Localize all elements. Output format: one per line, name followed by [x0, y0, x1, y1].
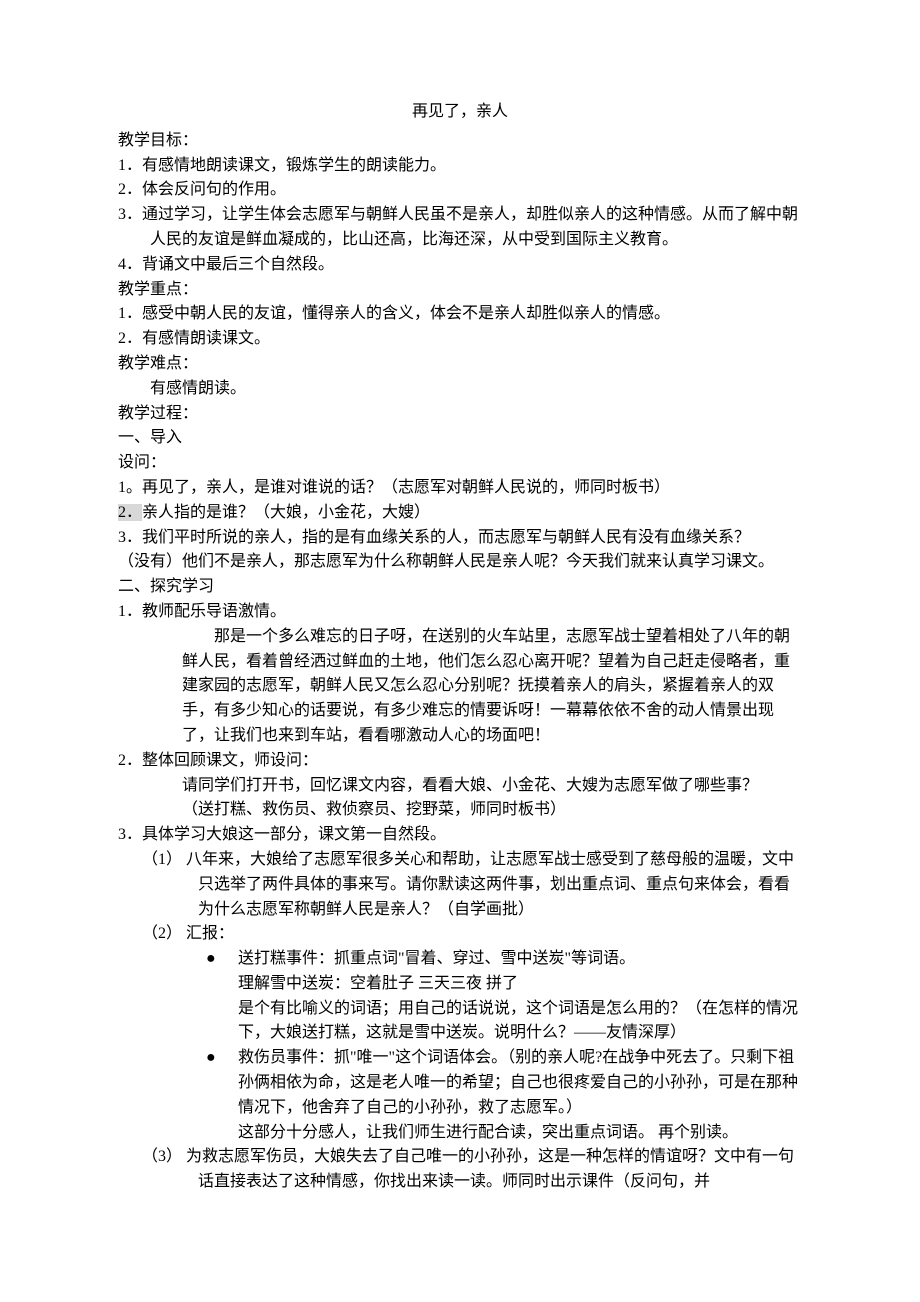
document-page: 再见了，亲人 教学目标： 1．有感情地朗读课文，锻炼学生的朗读能力。 2．体会反… [0, 0, 920, 1302]
section-1-sub: 设问： [118, 451, 802, 476]
section-2-item-2-body-1: 请同学们打开书，回忆课文内容，看看大娘、小金花、大嫂为志愿军做了哪些事？ [118, 774, 802, 799]
heading-goals: 教学目标： [118, 129, 802, 154]
section-2-item-3-sub-2-head: （2） 汇报： [118, 922, 802, 947]
goal-item-1: 1．有感情地朗读课文，锻炼学生的朗读能力。 [118, 154, 802, 179]
bullet-item-1-l1: ●送打糕事件：抓重点词"冒着、穿过、雪中送炭"等词语。 [118, 947, 802, 972]
bullet-icon: ● [206, 1046, 238, 1071]
section-2-item-1-body: 那是一个多么难忘的日子呀，在送别的火车站里，志愿军战士望着相处了八年的朝鲜人民，… [118, 625, 802, 749]
goal-item-3: 3．通过学习，让学生体会志愿军与朝鲜人民虽不是亲人，却胜似亲人的这种情感。从而了… [118, 203, 802, 253]
heading-difficulty: 教学难点： [118, 352, 802, 377]
section-2-item-1-head: 1．教师配乐导语激情。 [118, 600, 802, 625]
section-1-q3-l1: 3．我们平时所说的亲人，指的是有血缘关系的人，而志愿军与朝鲜人民有没有血缘关系？ [118, 526, 802, 551]
section-1-q2-body: 亲人指的是谁？（大娘，小金花，大嫂） [142, 504, 430, 521]
focus-item-1: 1．感受中朝人民的友谊，懂得亲人的含义，体会不是亲人却胜似亲人的情感。 [118, 302, 802, 327]
goal-item-4: 4．背诵文中最后三个自然段。 [118, 253, 802, 278]
section-2-heading: 二、探究学习 [118, 575, 802, 600]
bullet-item-1-l2: 理解雪中送炭：空着肚子 三天三夜 拼了 [118, 972, 802, 997]
section-1-q1: 1。再见了，亲人，是谁对谁说的话？（志愿军对朝鲜人民说的，师同时板书） [118, 476, 802, 501]
document-title: 再见了，亲人 [118, 100, 802, 125]
section-2-item-3-sub-3: （3） 为救志愿军伤员，大娘失去了自己唯一的小孙孙，这是一种怎样的情谊呀？文中有… [118, 1145, 802, 1195]
sub-3-head: （3） [142, 1148, 182, 1165]
bullet-item-1-l3: 是个有比喻义的词语；用自己的话说说，这个词语是怎么用的？（在怎样的情况下，大娘送… [118, 997, 802, 1047]
section-2-item-2-body-2: （送打糕、救伤员、救侦察员、挖野菜，师同时板书） [118, 798, 802, 823]
focus-item-2: 2．有感情朗读课文。 [118, 327, 802, 352]
highlighted-prefix: 2． [118, 504, 142, 521]
bullet-icon: ● [206, 947, 238, 972]
bullet-1-l1-text: 送打糕事件：抓重点词"冒着、穿过、雪中送炭"等词语。 [238, 950, 635, 967]
heading-process: 教学过程： [118, 402, 802, 427]
goal-item-2: 2．体会反问句的作用。 [118, 178, 802, 203]
section-2-item-3-sub-1: （1） 八年来，大娘给了志愿军很多关心和帮助，让志愿军战士感受到了慈母般的温暖，… [118, 848, 802, 922]
section-1-heading: 一、导入 [118, 426, 802, 451]
sub-1-body: 八年来，大娘给了志愿军很多关心和帮助，让志愿军战士感受到了慈母般的温暖，文中只选… [186, 851, 794, 918]
section-2-item-3-head: 3．具体学习大娘这一部分，课文第一自然段。 [118, 823, 802, 848]
heading-focus: 教学重点： [118, 278, 802, 303]
bullet-item-2-l1: ●救伤员事件：抓"唯一"这个词语体会。（别的亲人呢?在战争中死去了。只剩下祖孙俩… [118, 1046, 802, 1120]
sub-3-body: 为救志愿军伤员，大娘失去了自己唯一的小孙孙，这是一种怎样的情谊呀？文中有一句话直… [186, 1148, 794, 1190]
difficulty-body: 有感情朗读。 [118, 377, 802, 402]
section-1-q2: 2．亲人指的是谁？（大娘，小金花，大嫂） [118, 501, 802, 526]
bullet-item-2-l2: 这部分十分感人，让我们师生进行配合读，突出重点词语。 再个别读。 [118, 1121, 802, 1146]
bullet-2-l1-text: 救伤员事件：抓"唯一"这个词语体会。（别的亲人呢?在战争中死去了。只剩下祖孙俩相… [238, 1049, 798, 1116]
sub-1-head: （1） [142, 851, 182, 868]
section-2-item-2-head: 2．整体回顾课文，师设问： [118, 749, 802, 774]
section-1-q3-l2: （没有）他们不是亲人，那志愿军为什么称朝鲜人民是亲人呢？今天我们就来认真学习课文… [118, 550, 802, 575]
